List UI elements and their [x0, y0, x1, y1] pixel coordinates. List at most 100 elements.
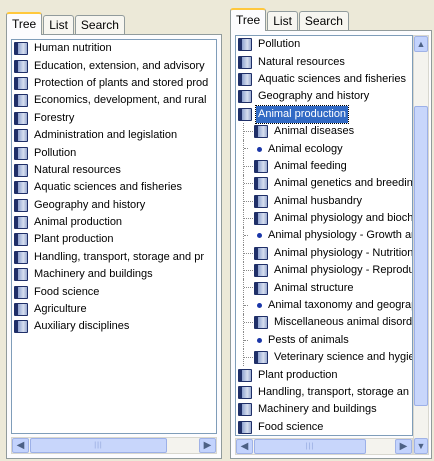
right-panel: Tree List Search Pollution Natural resour…: [228, 0, 434, 461]
tree-item[interactable]: Auxiliary disciplines: [12, 318, 216, 335]
book-icon: [14, 233, 28, 247]
scroll-left-arrow-icon[interactable]: ◀: [236, 439, 253, 454]
book-icon: [14, 76, 28, 90]
tree-item[interactable]: Animal diseases: [236, 122, 412, 141]
tab-tree[interactable]: Tree: [6, 12, 43, 35]
tree-item[interactable]: Animal production: [12, 214, 216, 231]
book-icon: [254, 281, 268, 295]
tree-item[interactable]: Handling, transport, storage an: [236, 384, 412, 401]
book-icon: [14, 181, 28, 195]
tree-item[interactable]: Geography and history: [236, 88, 412, 105]
tree-item[interactable]: Aquatic sciences and fisheries: [236, 71, 412, 88]
tree-item[interactable]: Animal feeding: [236, 157, 412, 176]
bullet-icon: [257, 303, 262, 309]
tree-item[interactable]: Veterinary science and hygie: [236, 349, 413, 367]
scroll-right-arrow-icon[interactable]: ▶: [395, 439, 412, 454]
tree-item[interactable]: Administration and legislation: [12, 127, 216, 144]
tree-item[interactable]: Animal physiology - Nutrition: [236, 244, 412, 263]
tree-item-label: Handling, transport, storage and pr: [34, 250, 204, 263]
tree-item[interactable]: Animal production: [236, 104, 412, 124]
tree-item[interactable]: Plant production: [12, 231, 216, 248]
right-tree-view[interactable]: Pollution Natural resources Aquatic scienc…: [235, 35, 413, 436]
book-icon: [14, 42, 28, 56]
tree-item[interactable]: Plant production: [236, 366, 412, 383]
tree-item[interactable]: Economics, development, and rural: [12, 92, 216, 109]
tree-item[interactable]: Animal structure: [236, 279, 412, 298]
scroll-right-arrow-icon[interactable]: ▶: [199, 438, 216, 453]
tree-item[interactable]: Food science: [12, 283, 216, 300]
book-icon: [238, 72, 252, 86]
book-icon: [254, 212, 268, 226]
tree-item[interactable]: Machinery and buildings: [12, 266, 216, 283]
tree-item-label: Human nutrition: [34, 42, 112, 55]
tree-item-label: Veterinary science and hygie: [274, 351, 413, 364]
book-icon: [14, 320, 28, 334]
tree-item[interactable]: Aquatic sciences and fisheries: [12, 179, 216, 196]
tree-item-label: Food science: [34, 285, 100, 298]
tab-list[interactable]: List: [267, 11, 298, 31]
book-icon: [254, 316, 268, 330]
tree-item[interactable]: Machinery and buildings: [236, 401, 412, 418]
tree-item-label: Handling, transport, storage an: [258, 386, 410, 398]
book-icon: [238, 420, 252, 434]
tree-item[interactable]: Animal physiology and bioch: [236, 209, 413, 228]
tree-item[interactable]: Animal taxonomy and geograp: [236, 296, 412, 315]
tree-item[interactable]: Education, extension, and advisory: [12, 57, 216, 74]
book-icon: [254, 159, 268, 173]
book-icon: [14, 268, 28, 282]
tree-item[interactable]: Agriculture: [12, 301, 216, 318]
left-tree-view[interactable]: Human nutrition Education, extension, and…: [11, 39, 217, 434]
tree-item[interactable]: Animal physiology - Reprodu: [236, 262, 413, 280]
book-icon: [254, 125, 268, 139]
scrollbar-thumb[interactable]: |||: [30, 438, 167, 453]
left-tab-content: Human nutrition Education, extension, and…: [6, 34, 222, 459]
tree-item-label: Geography and history: [258, 90, 370, 103]
tree-item[interactable]: Protection of plants and stored prod: [12, 75, 216, 92]
left-horizontal-scrollbar[interactable]: ◀ ||| ▶: [11, 437, 217, 454]
tree-item[interactable]: Animal genetics and breedin: [236, 175, 412, 193]
tab-list[interactable]: List: [43, 15, 74, 35]
tree-item[interactable]: Handling, transport, storage and pr: [12, 249, 216, 266]
right-horizontal-scrollbar[interactable]: ◀ ||| ▶: [235, 438, 413, 455]
tree-item-label: Agriculture: [34, 303, 87, 316]
tree-item[interactable]: Pollution: [236, 36, 412, 53]
scroll-down-arrow-icon[interactable]: ▼: [414, 438, 428, 454]
tab-search[interactable]: Search: [74, 15, 125, 35]
tree-item-label: Animal production: [254, 104, 350, 124]
tree-item[interactable]: Pollution: [12, 144, 216, 161]
tree-item-label: Animal feeding: [274, 159, 347, 172]
tree-item[interactable]: Geography and history: [12, 197, 216, 214]
tree-item[interactable]: Animal physiology - Growth an: [236, 227, 412, 246]
tree-item-label: Animal physiology - Reprodu: [274, 264, 413, 277]
book-icon: [14, 198, 28, 212]
tree-item[interactable]: Human nutrition: [12, 40, 216, 57]
scrollbar-thumb[interactable]: [414, 106, 428, 406]
book-icon: [238, 403, 252, 417]
tree-item-label: Auxiliary disciplines: [34, 320, 130, 333]
tab-search[interactable]: Search: [298, 11, 349, 31]
book-icon: [14, 129, 28, 143]
tree-item[interactable]: Natural resources: [12, 162, 216, 179]
right-vertical-scrollbar[interactable]: ▲ ▼: [413, 35, 429, 455]
tab-tree[interactable]: Tree: [230, 8, 267, 31]
bullet-icon: [257, 233, 262, 239]
tree-item[interactable]: Natural resources: [236, 53, 412, 70]
tree-item-label: Animal physiology and bioch: [274, 212, 413, 225]
book-icon: [254, 246, 268, 260]
tree-item[interactable]: Animal husbandry: [236, 192, 412, 211]
book-icon: [14, 216, 28, 230]
tree-item[interactable]: Pests of animals: [236, 331, 412, 350]
scroll-left-arrow-icon[interactable]: ◀: [12, 438, 29, 453]
tree-item[interactable]: Food science: [236, 419, 412, 435]
tree-item[interactable]: Forestry: [12, 110, 216, 127]
tree-item-label: Animal production: [34, 216, 123, 229]
scroll-up-arrow-icon[interactable]: ▲: [414, 36, 428, 52]
tree-item-label: Aquatic sciences and fisheries: [34, 181, 182, 194]
book-icon: [14, 285, 28, 299]
tree-item[interactable]: Miscellaneous animal disorde: [236, 314, 412, 333]
tree-item[interactable]: Animal ecology: [236, 140, 412, 159]
book-icon: [14, 250, 28, 264]
tree-item-label: Animal husbandry: [274, 194, 363, 207]
scrollbar-thumb[interactable]: |||: [254, 439, 366, 454]
book-icon: [238, 90, 252, 104]
